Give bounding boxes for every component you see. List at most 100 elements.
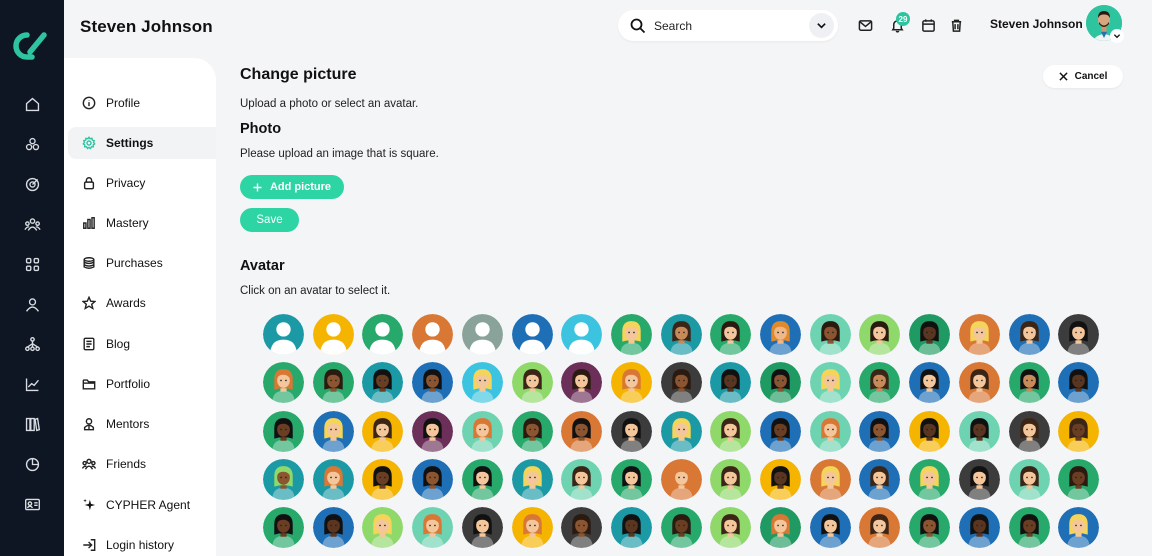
avatar-option[interactable] bbox=[1009, 507, 1050, 548]
search-dropdown-button[interactable] bbox=[809, 13, 834, 38]
avatar-option[interactable] bbox=[462, 314, 503, 355]
avatar-option[interactable] bbox=[313, 507, 354, 548]
avatar-option[interactable] bbox=[1009, 314, 1050, 355]
avatar-option[interactable] bbox=[710, 362, 751, 403]
avatar-option[interactable] bbox=[859, 507, 900, 548]
save-button[interactable]: Save bbox=[240, 208, 299, 232]
pie-chart-icon[interactable] bbox=[22, 454, 42, 474]
home-icon[interactable] bbox=[22, 94, 42, 114]
avatar-option[interactable] bbox=[611, 411, 652, 452]
add-picture-button[interactable]: Add picture bbox=[240, 175, 344, 199]
avatar-option[interactable] bbox=[462, 507, 503, 548]
network-icon[interactable] bbox=[22, 334, 42, 354]
avatar-option[interactable] bbox=[611, 507, 652, 548]
avatar-option[interactable] bbox=[710, 411, 751, 452]
avatar-option[interactable] bbox=[313, 314, 354, 355]
avatar-option[interactable] bbox=[810, 362, 851, 403]
sidebar-item-profile[interactable]: Profile bbox=[68, 87, 216, 119]
avatar-option[interactable] bbox=[362, 459, 403, 500]
avatar-option[interactable] bbox=[412, 507, 453, 548]
avatar-option[interactable] bbox=[313, 411, 354, 452]
avatar-option[interactable] bbox=[909, 362, 950, 403]
avatar-option[interactable] bbox=[909, 507, 950, 548]
avatar-option[interactable] bbox=[263, 411, 304, 452]
avatar-option[interactable] bbox=[462, 411, 503, 452]
mail-icon[interactable] bbox=[856, 16, 874, 34]
avatar-option[interactable] bbox=[760, 459, 801, 500]
avatar-option[interactable] bbox=[1058, 362, 1099, 403]
search-input[interactable] bbox=[654, 18, 794, 33]
sidebar-item-cypher-agent[interactable]: CYPHER Agent bbox=[68, 489, 216, 521]
library-icon[interactable] bbox=[22, 414, 42, 434]
grid-icon[interactable] bbox=[22, 254, 42, 274]
avatar-option[interactable] bbox=[810, 314, 851, 355]
avatar-option[interactable] bbox=[760, 314, 801, 355]
avatar-option[interactable] bbox=[412, 411, 453, 452]
avatar-option[interactable] bbox=[959, 411, 1000, 452]
chart-icon[interactable] bbox=[22, 374, 42, 394]
id-card-icon[interactable] bbox=[22, 494, 42, 514]
sidebar-item-mastery[interactable]: Mastery bbox=[68, 207, 216, 239]
avatar-option[interactable] bbox=[959, 314, 1000, 355]
avatar-option[interactable] bbox=[661, 362, 702, 403]
trash-icon[interactable] bbox=[947, 16, 965, 34]
avatar-option[interactable] bbox=[959, 362, 1000, 403]
avatar-option[interactable] bbox=[313, 459, 354, 500]
avatar-option[interactable] bbox=[959, 507, 1000, 548]
avatar-option[interactable] bbox=[412, 362, 453, 403]
sidebar-item-settings[interactable]: Settings bbox=[68, 127, 216, 159]
user-menu-chevron-icon[interactable] bbox=[1110, 29, 1124, 43]
avatar-option[interactable] bbox=[959, 459, 1000, 500]
avatar-option[interactable] bbox=[1009, 459, 1050, 500]
avatar-option[interactable] bbox=[362, 362, 403, 403]
avatar-option[interactable] bbox=[263, 459, 304, 500]
avatar-option[interactable] bbox=[661, 459, 702, 500]
avatar-option[interactable] bbox=[362, 507, 403, 548]
avatar-option[interactable] bbox=[412, 314, 453, 355]
avatar-option[interactable] bbox=[760, 507, 801, 548]
avatar-option[interactable] bbox=[512, 362, 553, 403]
avatar-option[interactable] bbox=[810, 459, 851, 500]
sidebar-item-privacy[interactable]: Privacy bbox=[68, 167, 216, 199]
apps-icon[interactable] bbox=[22, 134, 42, 154]
sidebar-item-blog[interactable]: Blog bbox=[68, 328, 216, 360]
avatar-option[interactable] bbox=[710, 459, 751, 500]
avatar-option[interactable] bbox=[710, 314, 751, 355]
calendar-icon[interactable] bbox=[919, 16, 937, 34]
user-icon[interactable] bbox=[22, 294, 42, 314]
avatar-option[interactable] bbox=[561, 459, 602, 500]
avatar-option[interactable] bbox=[561, 362, 602, 403]
avatar-option[interactable] bbox=[859, 314, 900, 355]
avatar-option[interactable] bbox=[1058, 314, 1099, 355]
avatar-option[interactable] bbox=[462, 362, 503, 403]
sidebar-item-portfolio[interactable]: Portfolio bbox=[68, 368, 216, 400]
avatar-option[interactable] bbox=[412, 459, 453, 500]
avatar-option[interactable] bbox=[611, 362, 652, 403]
avatar-option[interactable] bbox=[661, 411, 702, 452]
avatar-option[interactable] bbox=[1058, 411, 1099, 452]
avatar-option[interactable] bbox=[362, 314, 403, 355]
avatar-option[interactable] bbox=[859, 411, 900, 452]
avatar-option[interactable] bbox=[760, 411, 801, 452]
avatar-option[interactable] bbox=[512, 459, 553, 500]
avatar-option[interactable] bbox=[1058, 507, 1099, 548]
avatar-option[interactable] bbox=[263, 314, 304, 355]
avatar-option[interactable] bbox=[263, 507, 304, 548]
avatar-option[interactable] bbox=[760, 362, 801, 403]
avatar-option[interactable] bbox=[859, 459, 900, 500]
avatar-option[interactable] bbox=[1058, 459, 1099, 500]
avatar-option[interactable] bbox=[263, 362, 304, 403]
sidebar-item-awards[interactable]: Awards bbox=[68, 287, 216, 319]
avatar-option[interactable] bbox=[512, 411, 553, 452]
sidebar-item-login-history[interactable]: Login history bbox=[68, 529, 216, 556]
avatar-option[interactable] bbox=[909, 411, 950, 452]
avatar-option[interactable] bbox=[661, 507, 702, 548]
avatar-option[interactable] bbox=[859, 362, 900, 403]
avatar-option[interactable] bbox=[661, 314, 702, 355]
avatar-option[interactable] bbox=[561, 411, 602, 452]
sidebar-item-mentors[interactable]: Mentors bbox=[68, 408, 216, 440]
avatar-option[interactable] bbox=[909, 314, 950, 355]
cancel-button[interactable]: Cancel bbox=[1043, 65, 1123, 88]
avatar-option[interactable] bbox=[362, 411, 403, 452]
avatar-option[interactable] bbox=[313, 362, 354, 403]
